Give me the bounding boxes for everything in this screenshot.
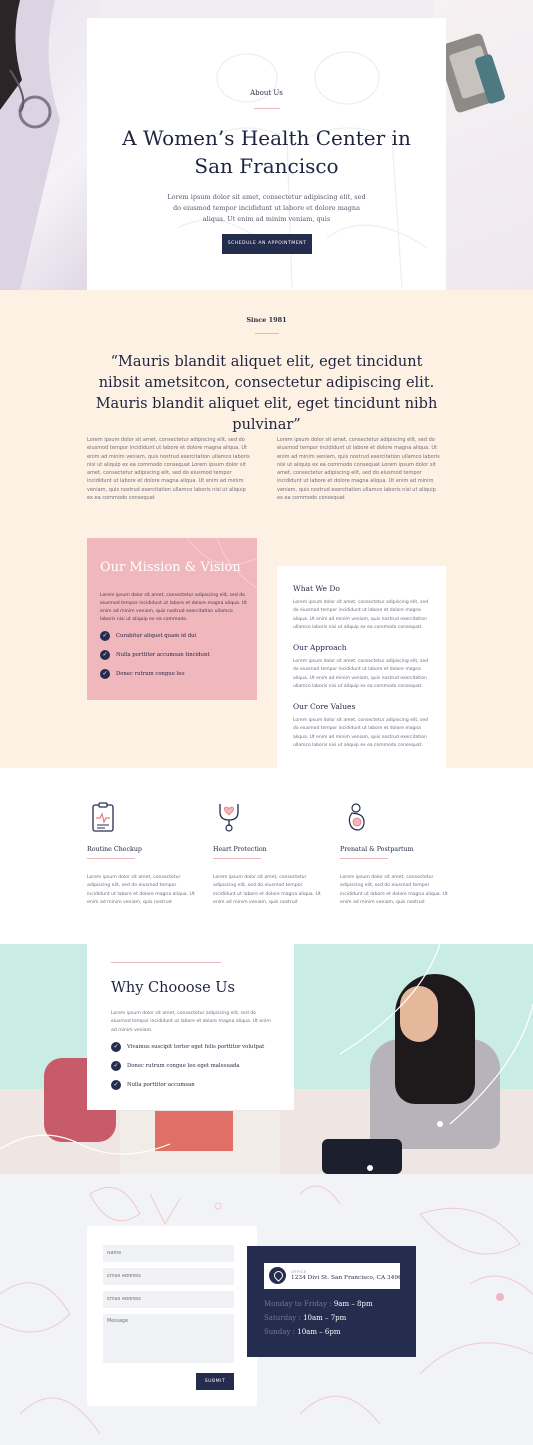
pregnancy-icon bbox=[348, 803, 365, 831]
services-section: Routine Checkup Lorem ipsum dolor sit am… bbox=[0, 768, 533, 944]
why-card: Why Chooose Us Lorem ipsum dolor sit ame… bbox=[87, 944, 294, 1110]
wallet-photo bbox=[433, 0, 533, 290]
list-item-label: Nulla porttitor accumsan tincidunt bbox=[116, 652, 210, 658]
list-item: ✓ Donec rutrum congue leo bbox=[100, 668, 185, 680]
what-we-do-text: Lorem ipsum dolor sit amet, consectetur … bbox=[293, 600, 428, 630]
list-item: ✓ Nulla porttitor accumsan bbox=[111, 1079, 195, 1091]
check-icon: ✓ bbox=[100, 631, 110, 641]
divider bbox=[213, 858, 261, 859]
hours-time: 10am – 7pm bbox=[303, 1314, 347, 1322]
stethoscope-heart-icon bbox=[219, 804, 239, 832]
check-icon: ✓ bbox=[111, 1042, 121, 1052]
hours-day: Monday to Friday bbox=[264, 1300, 328, 1308]
approach-heading: Our Approach bbox=[293, 643, 347, 652]
mission-card: Our Mission & Vision Lorem ipsum dolor s… bbox=[87, 538, 257, 700]
list-item: ✓ Donec rutrum congue leo eget malesuada bbox=[111, 1060, 240, 1072]
office-info-card: OFFICE 1234 Divi St. San Francisco, CA 3… bbox=[247, 1246, 416, 1357]
why-title: Why Chooose Us bbox=[111, 980, 235, 996]
hero-description: Lorem ipsum dolor sit amet, consectetur … bbox=[167, 193, 366, 223]
hero-label: About Us bbox=[250, 89, 283, 97]
list-item-label: Curabitur aliquet quam id dui bbox=[116, 633, 197, 639]
address-box: OFFICE 1234 Divi St. San Francisco, CA 3… bbox=[264, 1263, 405, 1289]
what-we-do-heading: What We Do bbox=[293, 584, 340, 593]
about-column-left: Lorem ipsum dolor sit amet, consectetur … bbox=[87, 437, 250, 502]
why-text: Lorem ipsum dolor sit amet, consectetur … bbox=[111, 1011, 271, 1033]
check-icon: ✓ bbox=[111, 1080, 121, 1090]
hours-time: 9am – 8pm bbox=[333, 1300, 373, 1308]
divider bbox=[254, 108, 280, 109]
core-values-heading: Our Core Values bbox=[293, 702, 356, 711]
doctor-photo bbox=[0, 0, 100, 290]
list-item-label: Nulla porttitor accumsan bbox=[127, 1082, 195, 1088]
approach-text: Lorem ipsum dolor sit amet, consectetur … bbox=[293, 659, 428, 689]
name-field[interactable] bbox=[103, 1245, 234, 1262]
check-icon: ✓ bbox=[111, 1061, 121, 1071]
contact-section: SUBMIT OFFICE 1234 Divi St. San Francisc… bbox=[0, 1174, 533, 1445]
hours-row: Sunday : 10am – 6pm bbox=[264, 1328, 341, 1336]
service-text: Lorem ipsum dolor sit amet, consectetur … bbox=[340, 875, 448, 905]
list-item-label: Vivamus suscipit tortor eget felis portt… bbox=[127, 1044, 265, 1050]
hours-row: Monday to Friday : 9am – 8pm bbox=[264, 1300, 373, 1308]
list-item-label: Donec rutrum congue leo bbox=[116, 671, 185, 677]
message-field[interactable] bbox=[103, 1314, 234, 1363]
hero-card: About Us A Women’s Health Center in San … bbox=[87, 18, 446, 290]
submit-button[interactable]: SUBMIT bbox=[196, 1373, 234, 1390]
service-title: Heart Protection bbox=[213, 846, 267, 853]
divider bbox=[111, 962, 221, 963]
core-values-text: Lorem ipsum dolor sit amet, consectetur … bbox=[293, 718, 428, 748]
office-label: OFFICE bbox=[291, 1269, 307, 1274]
since-label: Since 1981 bbox=[246, 316, 287, 324]
divider bbox=[340, 858, 388, 859]
divider bbox=[255, 333, 279, 334]
check-icon: ✓ bbox=[100, 669, 110, 679]
mission-title: Our Mission & Vision bbox=[100, 560, 241, 575]
about-column-right: Lorem ipsum dolor sit amet, consectetur … bbox=[277, 437, 440, 502]
list-item: ✓ Curabitur aliquet quam id dui bbox=[100, 630, 196, 642]
office-address: 1234 Divi St. San Francisco, CA 34962 bbox=[291, 1275, 406, 1281]
about-section: Since 1981 “Mauris blandit aliquet elit,… bbox=[0, 290, 533, 768]
hero-section: About Us A Women’s Health Center in San … bbox=[0, 0, 533, 290]
list-item-label: Donec rutrum congue leo eget malesuada bbox=[127, 1063, 240, 1069]
email-field[interactable] bbox=[103, 1268, 234, 1285]
values-card: What We Do Lorem ipsum dolor sit amet, c… bbox=[277, 566, 446, 768]
contact-form: SUBMIT bbox=[87, 1226, 257, 1406]
testimonial-quote: “Mauris blandit aliquet elit, eget tinci… bbox=[95, 354, 438, 433]
hours-row: Saturday : 10am – 7pm bbox=[264, 1314, 347, 1322]
hours-day: Saturday bbox=[264, 1314, 297, 1322]
service-title: Prenatal & Postpartum bbox=[340, 846, 414, 853]
service-title: Routine Checkup bbox=[87, 846, 142, 853]
hours-time: 10am – 6pm bbox=[297, 1328, 341, 1336]
mission-text: Lorem ipsum dolor sit amet, consectetur … bbox=[100, 593, 247, 622]
service-text: Lorem ipsum dolor sit amet, consectetur … bbox=[213, 875, 321, 905]
hours-day: Sunday bbox=[264, 1328, 291, 1336]
page-title: A Women’s Health Center in San Francisco bbox=[122, 126, 411, 178]
schedule-appointment-button[interactable]: SCHEDULE AN APPOINTMENT bbox=[222, 234, 312, 254]
list-item: ✓ Nulla porttitor accumsan tincidunt bbox=[100, 649, 210, 661]
service-text: Lorem ipsum dolor sit amet, consectetur … bbox=[87, 875, 195, 905]
email-field-2[interactable] bbox=[103, 1291, 234, 1308]
clipboard-icon bbox=[92, 802, 114, 832]
location-pin-icon bbox=[269, 1267, 286, 1284]
list-item: ✓ Vivamus suscipit tortor eget felis por… bbox=[111, 1041, 264, 1053]
divider bbox=[87, 858, 135, 859]
check-icon: ✓ bbox=[100, 650, 110, 660]
